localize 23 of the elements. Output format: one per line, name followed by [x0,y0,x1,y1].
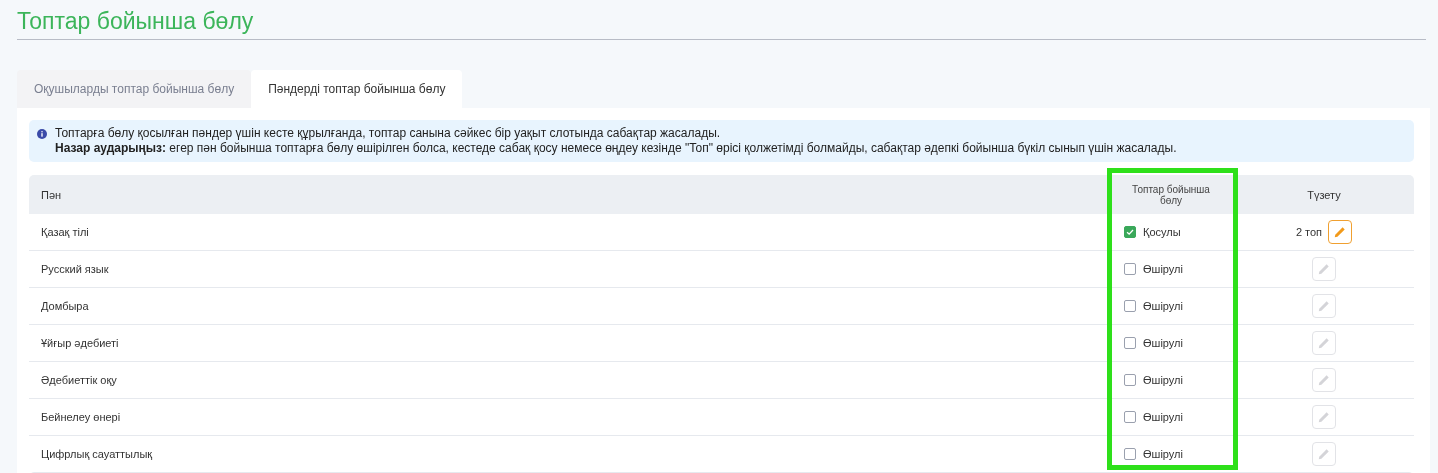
tab[interactable]: Пәндерді топтар бойынша бөлу [251,70,463,108]
status-label: Өшірулі [1143,374,1183,386]
status-label: Қосулы [1143,226,1181,238]
column-header: Топтар бойынша бөлу [1131,183,1211,206]
subject-name: Бейнелеу өнері [40,411,122,423]
column-header: Түзету [1306,188,1342,201]
subject-name: Қазақ тілі [40,226,90,238]
subject-name: Русский язык [40,263,110,275]
warning-text: Назар аударыңыз: егер пән бойынша топтарға бөлу өшірілген болса, кестеде сабақ қосу немесе өңдеу кезінде "Топ" өрісі қолжетімді болмайды, сабақтар әдепкі бойынша бүкіл сынып үшін жасалады. [55,141,1177,156]
page-title: Топтар бойынша бөлу [17,8,255,34]
tab[interactable]: Оқушыларды топтар бойынша бөлу [17,70,252,108]
status-label: Өшірулі [1143,448,1183,460]
subject-name: Домбыра [40,300,90,312]
subject-name: Әдебиеттік оқу [40,374,118,386]
status-label: Өшірулі [1143,337,1183,349]
info-text: Топтарға бөлу қосылған пәндер үшін кесте құрылғанда, топтар санына сәйкес бір уақыт слотында сабақтар жасалады. [55,126,722,141]
group-count: 2 топ [1295,226,1323,238]
subject-name: Ұйғыр әдебиеті [40,337,120,349]
status-label: Өшірулі [1143,411,1183,423]
subject-name: Цифрлық сауаттылық [40,448,154,460]
column-header: Пән [40,188,63,201]
status-label: Өшірулі [1143,263,1183,275]
status-label: Өшірулі [1143,300,1183,312]
